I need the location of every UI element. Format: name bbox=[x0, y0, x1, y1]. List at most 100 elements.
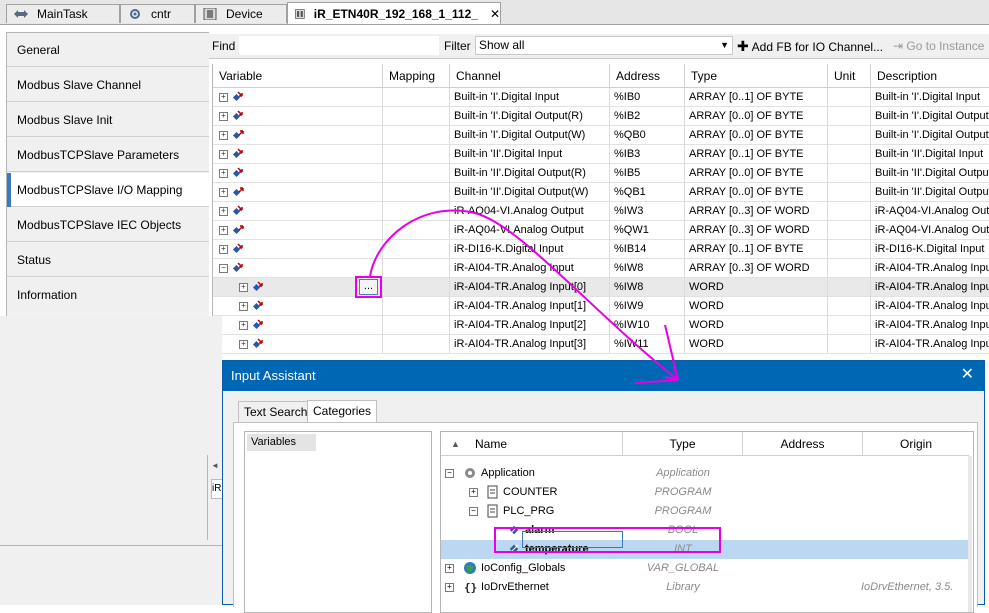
nav-modbustcp-iec-objects[interactable]: ModbusTCPSlave IEC Objects bbox=[7, 208, 209, 242]
col-name[interactable]: ▲ Name bbox=[441, 432, 623, 456]
col-unit[interactable]: Unit bbox=[828, 64, 871, 88]
expand-icon[interactable]: + bbox=[219, 169, 228, 178]
cell-description: iR-AI04-TR.Analog Input bbox=[875, 281, 989, 293]
cell-unit bbox=[828, 107, 871, 126]
tab-ir-etn40r[interactable]: iR_ETN40R_192_168_1_112_ ✕ bbox=[287, 2, 501, 24]
cell-type: ARRAY [0..0] OF BYTE bbox=[685, 164, 828, 183]
cell-type: WORD bbox=[685, 278, 828, 297]
expand-icon[interactable]: + bbox=[239, 321, 248, 330]
nav-status[interactable]: Status bbox=[7, 243, 209, 277]
goto-instance-button[interactable]: ⇥ Go to Instance bbox=[893, 34, 984, 58]
cell-description: Built-in 'II'.Digital Output(R) bbox=[875, 167, 989, 179]
close-icon[interactable]: ✕ bbox=[490, 7, 500, 21]
expand-icon[interactable]: + bbox=[239, 340, 248, 349]
table-row[interactable]: Built-in 'I'.Digital Input %IB0 ARRAY [0..… bbox=[213, 88, 989, 107]
expand-icon[interactable]: + bbox=[219, 131, 228, 140]
program-icon bbox=[130, 9, 140, 19]
tree-row[interactable]: + {} IoDrvEthernet Library IoDrvEthernet, 3.… bbox=[441, 578, 969, 597]
col-address[interactable]: Address bbox=[743, 432, 863, 456]
expand-icon[interactable]: + bbox=[239, 302, 248, 311]
expand-icon[interactable]: + bbox=[219, 93, 228, 102]
filter-select[interactable]: Show all ▼ bbox=[475, 36, 733, 55]
tab-text-search[interactable]: Text Search bbox=[238, 401, 314, 422]
col-address[interactable]: Address bbox=[610, 64, 685, 88]
collapse-icon[interactable]: − bbox=[445, 469, 454, 478]
cell-description: Built-in 'I'.Digital Output(W) bbox=[875, 129, 989, 141]
tree-row[interactable]: − PLC_PRG PROGRAM bbox=[441, 502, 969, 521]
tree-row[interactable]: − Application Application bbox=[441, 464, 969, 483]
table-row[interactable]: Built-in 'I'.Digital Output(R) %IB2 ARRAY … bbox=[213, 107, 989, 126]
cell-unit bbox=[828, 183, 871, 202]
cell-type: WORD bbox=[685, 297, 828, 316]
cell-address: %QB0 bbox=[610, 126, 685, 145]
collapse-icon[interactable]: − bbox=[469, 507, 478, 516]
input-channel-icon bbox=[252, 319, 263, 330]
filter-value: Show all bbox=[479, 38, 525, 52]
nav-information[interactable]: Information bbox=[7, 278, 209, 312]
cell-description: iR-AI04-TR.Analog Input bbox=[875, 300, 989, 312]
table-row[interactable]: Built-in 'I'.Digital Output(W) %QB0 ARRAY … bbox=[213, 126, 989, 145]
nav-general[interactable]: General bbox=[7, 33, 209, 67]
cell-mapping bbox=[383, 88, 450, 107]
tab-label: cntr bbox=[151, 7, 172, 21]
collapse-icon[interactable]: − bbox=[219, 264, 228, 273]
col-description[interactable]: Description bbox=[871, 64, 989, 88]
category-variables[interactable]: Variables bbox=[247, 434, 316, 451]
add-fb-button[interactable]: ✚ Add FB for IO Channel... bbox=[737, 34, 883, 58]
expand-icon[interactable]: + bbox=[219, 150, 228, 159]
tree-scrollbar[interactable] bbox=[968, 456, 972, 612]
cell-description: iR-AQ04-VI.Analog Output bbox=[875, 224, 989, 236]
tab-label: Device bbox=[226, 7, 263, 21]
col-type[interactable]: Type bbox=[623, 432, 743, 456]
cell-mapping bbox=[383, 164, 450, 183]
table-row[interactable]: Built-in 'II'.Digital Input %IB3 ARRAY [0.… bbox=[213, 145, 989, 164]
nav-modbustcp-parameters[interactable]: ModbusTCPSlave Parameters bbox=[7, 138, 209, 172]
nav-modbus-slave-init[interactable]: Modbus Slave Init bbox=[7, 103, 209, 137]
nav-label: Modbus Slave Init bbox=[17, 113, 113, 127]
dialog-title-text: Input Assistant bbox=[231, 368, 316, 383]
cell-unit bbox=[828, 335, 871, 354]
expand-icon[interactable]: + bbox=[219, 188, 228, 197]
nav-modbus-slave-channel[interactable]: Modbus Slave Channel bbox=[7, 68, 209, 102]
categories-panel: Variables ▲ Name Type Address Origin − Ap… bbox=[233, 422, 978, 613]
cell-type: ARRAY [0..1] OF BYTE bbox=[685, 240, 828, 259]
output-channel-icon bbox=[232, 225, 244, 235]
expand-icon[interactable]: + bbox=[219, 207, 228, 216]
tab-cntr[interactable]: cntr bbox=[120, 4, 195, 23]
tab-categories[interactable]: Categories bbox=[307, 400, 378, 423]
col-variable[interactable]: Variable bbox=[213, 64, 383, 88]
expand-icon[interactable]: + bbox=[219, 112, 228, 121]
tab-device[interactable]: Device bbox=[195, 4, 287, 23]
input-channel-icon bbox=[252, 300, 263, 311]
find-input[interactable] bbox=[239, 36, 439, 55]
input-channel-icon bbox=[232, 167, 243, 178]
cell-unit bbox=[828, 221, 871, 240]
col-origin[interactable]: Origin bbox=[863, 432, 969, 456]
nav-modbustcp-io-mapping[interactable]: ModbusTCPSlave I/O Mapping bbox=[7, 173, 209, 207]
close-icon[interactable]: ✕ bbox=[961, 367, 974, 383]
expand-icon[interactable]: + bbox=[469, 488, 478, 497]
expand-icon[interactable]: + bbox=[219, 226, 228, 235]
cell-type: ARRAY [0..0] OF BYTE bbox=[685, 107, 828, 126]
expand-icon[interactable]: + bbox=[239, 283, 248, 292]
table-row[interactable]: Built-in 'II'.Digital Output(R) %IB5 ARRAY… bbox=[213, 164, 989, 183]
tab-label: MainTask bbox=[37, 7, 88, 21]
tab-label: iR_ETN40R_192_168_1_112_ bbox=[313, 6, 478, 21]
tab-maintask[interactable]: MainTask bbox=[6, 4, 120, 23]
gear-icon bbox=[465, 468, 475, 478]
nav-label: Modbus Slave Channel bbox=[17, 78, 142, 92]
expand-icon[interactable]: + bbox=[219, 245, 228, 254]
input-channel-icon bbox=[252, 281, 263, 292]
expand-icon[interactable]: + bbox=[445, 583, 454, 592]
col-mapping[interactable]: Mapping bbox=[383, 64, 450, 88]
scroll-left-icon[interactable]: ◄ bbox=[211, 461, 219, 470]
chevron-down-icon: ▼ bbox=[720, 40, 729, 50]
cell-mapping bbox=[383, 107, 450, 126]
table-row[interactable]: Built-in 'II'.Digital Output(W) %QB1 ARRAY… bbox=[213, 183, 989, 202]
tree-row[interactable]: + IoConfig_Globals VAR_GLOBAL bbox=[441, 559, 969, 578]
tree-row[interactable]: + COUNTER PROGRAM bbox=[441, 483, 969, 502]
expand-icon[interactable]: + bbox=[445, 564, 454, 573]
col-channel[interactable]: Channel bbox=[450, 64, 610, 88]
cell-address: %IB5 bbox=[610, 164, 685, 183]
col-type[interactable]: Type bbox=[685, 64, 828, 88]
